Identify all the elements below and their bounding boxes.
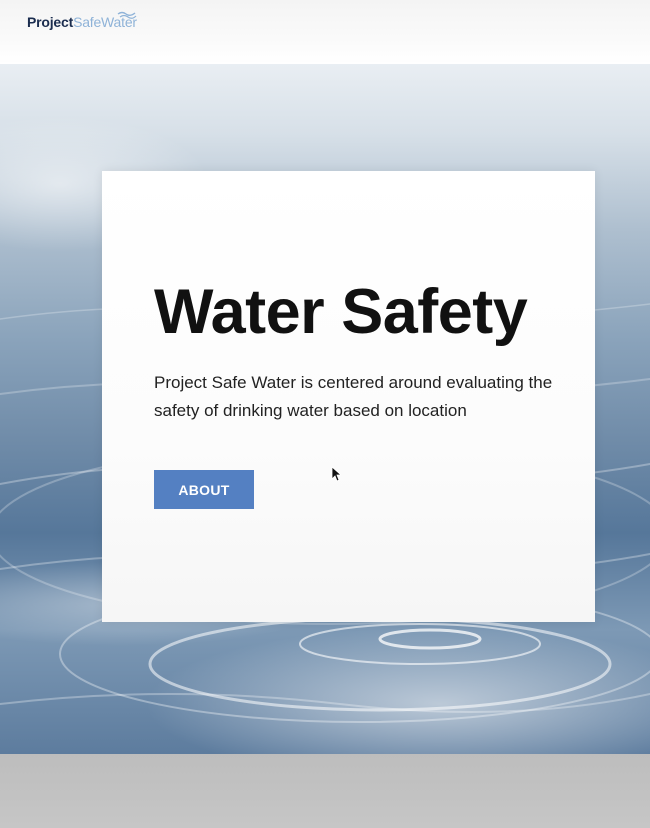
mouse-pointer-icon [331,466,341,482]
logo-text-project: Project [27,14,74,30]
hero-card: Water Safety Project Safe Water is cente… [102,171,595,622]
footer-band [0,754,650,828]
page-title: Water Safety [154,277,528,347]
hero-description: Project Safe Water is centered around ev… [154,373,553,420]
about-button[interactable]: ABOUT [154,470,254,509]
page: ProjectSafeWater Water Safety Project Sa… [0,0,650,828]
site-logo[interactable]: ProjectSafeWater [27,11,137,30]
wave-icon [117,11,137,19]
site-header: ProjectSafeWater [0,0,650,64]
hero-section: Water Safety Project Safe Water is cente… [0,64,650,754]
